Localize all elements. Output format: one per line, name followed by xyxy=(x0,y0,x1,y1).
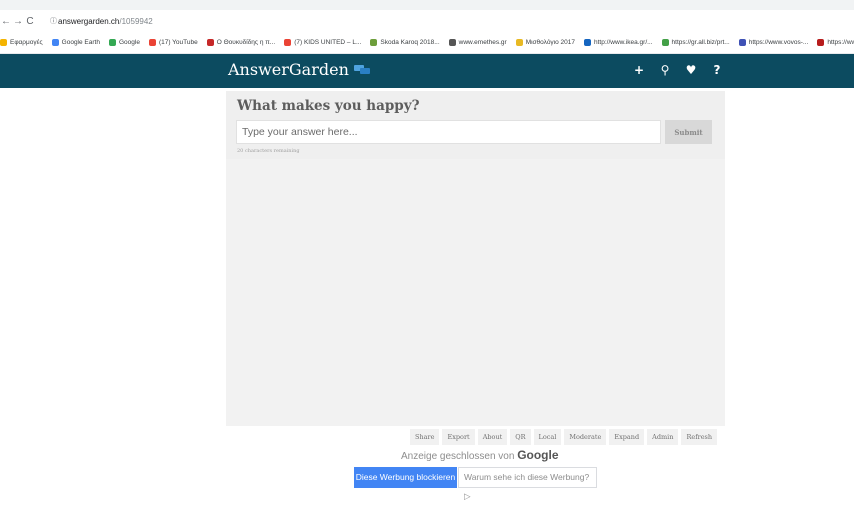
bookmarks-bar: Εφαρμογές Google Earth Google (17) YouTube Ο… xyxy=(0,32,854,54)
bookmark-favicon-icon xyxy=(206,39,214,46)
block-ad-button[interactable]: Diese Werbung blockieren xyxy=(354,467,457,488)
bookmark-label: (7) KIDS UNITED – L... xyxy=(294,39,362,46)
bookmark-favicon-icon xyxy=(148,39,156,46)
answer-input[interactable] xyxy=(236,120,661,144)
address-bar: ← → C ⓘ answergarden.ch/1059942 xyxy=(0,10,854,32)
bookmark-label: Μισθολόγιο 2017 xyxy=(525,39,576,46)
bookmark-item[interactable]: Google Earth xyxy=(51,39,100,46)
logo-text: AnswerGarden xyxy=(228,60,349,79)
bookmark-item[interactable]: https://www.poli xyxy=(817,39,854,46)
bookmark-label: Google Earth xyxy=(61,39,100,46)
reload-icon[interactable]: C xyxy=(24,16,36,27)
bookmark-item[interactable]: Skoda Karoq 2018... xyxy=(370,39,440,46)
bookmark-item[interactable]: Google xyxy=(108,39,140,46)
url-path: /1059942 xyxy=(119,16,153,26)
characters-remaining: 20 characters remaining xyxy=(237,148,300,154)
toolbar-about-button[interactable]: About xyxy=(477,429,508,445)
bookmark-label: Ο Θουκυδίδης η π... xyxy=(216,39,276,46)
bookmark-item[interactable]: Εφαρμογές xyxy=(0,39,43,46)
toolbar-local-button[interactable]: Local xyxy=(533,429,562,445)
toolbar-qr-button[interactable]: QR xyxy=(510,429,531,445)
toolbar-share-button[interactable]: Share xyxy=(410,429,440,445)
bookmark-favicon-icon xyxy=(284,39,292,46)
site-header: AnswerGarden + ⚲ ♥? xyxy=(0,54,854,88)
url-field[interactable]: ⓘ answergarden.ch/1059942 xyxy=(50,16,153,26)
toolbar-expand-button[interactable]: Expand xyxy=(609,429,645,445)
why-this-ad-button[interactable]: Warum sehe ich diese Werbung? ▷ xyxy=(458,467,597,501)
toolbar-export-button[interactable]: Export xyxy=(442,429,475,445)
bookmark-item[interactable]: Ο Θουκυδίδης η π... xyxy=(206,39,276,46)
bookmark-favicon-icon xyxy=(738,39,746,46)
speech-bubbles-icon xyxy=(353,65,370,74)
bookmark-favicon-icon xyxy=(515,39,523,46)
bookmark-favicon-icon xyxy=(817,39,825,46)
browser-tab-strip xyxy=(0,0,854,10)
bookmark-item[interactable]: Μισθολόγιο 2017 xyxy=(515,39,576,46)
search-icon[interactable]: ⚲ xyxy=(652,63,678,77)
bookmark-item[interactable]: http://www.ikea.gr/... xyxy=(584,39,653,46)
question-title: What makes you happy? xyxy=(237,98,420,114)
bookmark-label: www.emethes.gr xyxy=(458,39,507,46)
bookmark-label: https://gr.all.biz/prt... xyxy=(671,39,730,46)
url-host: answergarden.ch xyxy=(58,16,120,26)
bookmark-favicon-icon xyxy=(448,39,456,46)
bookmark-label: Google xyxy=(118,39,140,46)
submit-button[interactable]: Submit xyxy=(665,120,712,144)
back-arrow-icon[interactable]: ← xyxy=(0,16,12,27)
add-icon[interactable]: + xyxy=(626,63,652,77)
bookmark-favicon-icon xyxy=(108,39,116,46)
bookmark-label: (17) YouTube xyxy=(158,39,198,46)
toolbar-refresh-button[interactable]: Refresh xyxy=(681,429,718,445)
bookmark-item[interactable]: (17) YouTube xyxy=(148,39,198,46)
bookmark-favicon-icon xyxy=(661,39,669,46)
bookmark-label: https://www.poli xyxy=(827,39,854,46)
bookmark-favicon-icon xyxy=(370,39,378,46)
info-icon[interactable]: ⓘ xyxy=(50,16,58,26)
ad-closed-notice: Anzeige geschlossen von Google xyxy=(401,448,559,462)
bookmark-label: https://www.vovos-... xyxy=(748,39,809,46)
bookmark-label: Εφαρμογές xyxy=(10,39,43,46)
answers-area xyxy=(226,159,725,426)
heart-icon[interactable]: ♥ xyxy=(678,63,704,77)
toolbar-moderate-button[interactable]: Moderate xyxy=(564,429,607,445)
bookmark-favicon-icon xyxy=(0,39,7,46)
bookmark-item[interactable]: www.emethes.gr xyxy=(448,39,507,46)
bookmark-label: http://www.ikea.gr/... xyxy=(594,39,653,46)
google-wordmark: Google xyxy=(517,448,559,462)
help-icon[interactable]: ? xyxy=(704,63,730,77)
page: ← → C ⓘ answergarden.ch/1059942 Εφαρμογέ… xyxy=(0,0,854,530)
toolbar-admin-button[interactable]: Admin xyxy=(647,429,679,445)
site-logo[interactable]: AnswerGarden xyxy=(228,60,370,79)
bookmark-favicon-icon xyxy=(51,39,59,46)
bookmark-label: Skoda Karoq 2018... xyxy=(380,39,440,46)
header-actions: + ⚲ ♥? xyxy=(626,63,730,77)
bookmark-favicon-icon xyxy=(584,39,592,46)
answergarden-panel: What makes you happy? Submit 20 characte… xyxy=(226,91,725,426)
garden-toolbar: Share Export About QR Local Moderate Expand Adm… xyxy=(410,429,720,445)
forward-arrow-icon[interactable]: → xyxy=(12,16,24,27)
bookmark-item[interactable]: https://gr.all.biz/prt... xyxy=(661,39,730,46)
bookmark-item[interactable]: (7) KIDS UNITED – L... xyxy=(284,39,361,46)
bookmark-item[interactable]: https://www.vovos-... xyxy=(738,39,809,46)
ad-closed-text: Anzeige geschlossen von xyxy=(401,451,518,462)
